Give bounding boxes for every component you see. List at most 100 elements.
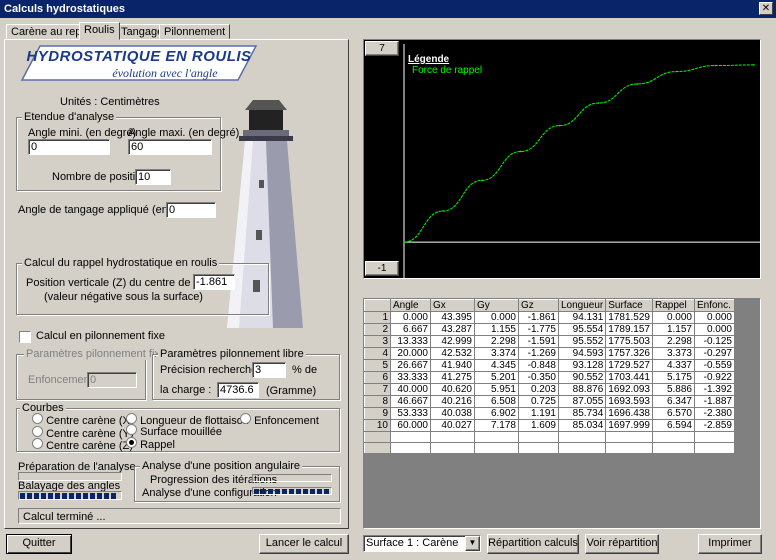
table-cell[interactable]: -1.392 [694,383,735,396]
table-row[interactable]: 3 13.333 42.999 2.298 -1.591 95.552 1775.503 2.… [364,335,735,348]
table-cell[interactable] [694,442,735,454]
surface-select[interactable]: Surface 1 : Carène ▼ [363,535,481,552]
table-cell[interactable]: 46.667 [390,395,431,408]
table-cell[interactable]: 1757.326 [605,347,653,360]
row-header[interactable]: 1 [364,311,391,324]
cg-position-input[interactable]: -1.861 [193,274,235,290]
table-cell[interactable]: 26.667 [390,359,431,372]
table-cell[interactable]: 1703.441 [605,371,653,384]
table-cell[interactable]: 0.000 [694,323,735,336]
table-cell[interactable] [652,431,695,443]
table-cell[interactable]: 85.734 [558,407,607,420]
table-cell[interactable] [518,431,559,443]
table-cell[interactable]: 40.000 [390,383,431,396]
table-cell[interactable]: 5.175 [652,371,695,384]
table-row[interactable]: 6 33.333 41.275 5.201 -0.350 90.552 1703.441 5.… [364,371,735,384]
print-button[interactable]: Imprimer [698,534,762,554]
table-cell[interactable]: 5.201 [474,371,519,384]
table-cell[interactable]: -0.297 [694,347,735,360]
table-cell[interactable]: 0.000 [390,311,431,324]
table-cell[interactable] [652,442,695,454]
y-max-button[interactable]: 7 [365,41,399,56]
row-header[interactable]: 8 [364,395,391,408]
table-cell[interactable]: 13.333 [390,335,431,348]
table-cell[interactable]: -0.559 [694,359,735,372]
table-cell[interactable]: 1.191 [518,407,559,420]
table-cell[interactable]: 20.000 [390,347,431,360]
table-cell[interactable]: 1781.529 [605,311,653,324]
table-cell[interactable]: 40.620 [430,383,475,396]
empty-row[interactable] [364,442,735,454]
row-header[interactable] [364,442,391,454]
table-cell[interactable] [518,442,559,454]
distribution-button[interactable]: Répartition calculs [487,534,579,554]
row-header[interactable] [364,431,391,443]
table-cell[interactable]: 1.157 [652,323,695,336]
table-cell[interactable]: 1693.593 [605,395,653,408]
table-cell[interactable]: 87.055 [558,395,607,408]
table-cell[interactable]: 1789.157 [605,323,653,336]
column-header[interactable]: Gz [518,299,559,312]
table-cell[interactable]: 0.000 [474,311,519,324]
table-cell[interactable]: 5.951 [474,383,519,396]
table-cell[interactable]: 3.374 [474,347,519,360]
table-cell[interactable]: 94.131 [558,311,607,324]
row-header[interactable]: 7 [364,383,391,396]
table-cell[interactable]: 40.038 [430,407,475,420]
row-header[interactable]: 3 [364,335,391,348]
table-row[interactable]: 10 60.000 40.027 7.178 1.609 85.034 1697.999 6.… [364,419,735,432]
table-cell[interactable] [430,431,475,443]
run-calculation-button[interactable]: Lancer le calcul [259,534,349,554]
table-cell[interactable]: 4.345 [474,359,519,372]
table-cell[interactable]: 6.667 [390,323,431,336]
table-cell[interactable] [694,431,735,443]
precision-input[interactable]: 3 [252,362,286,378]
table-cell[interactable] [605,442,653,454]
table-cell[interactable]: 53.333 [390,407,431,420]
table-cell[interactable]: -1.861 [518,311,559,324]
column-header[interactable]: Gy [474,299,519,312]
table-cell[interactable]: -0.848 [518,359,559,372]
table-cell[interactable]: -0.125 [694,335,735,348]
table-cell[interactable]: 0.000 [652,311,695,324]
row-header[interactable]: 4 [364,347,391,360]
table-cell[interactable]: 43.287 [430,323,475,336]
table-cell[interactable] [474,442,519,454]
radio-wetted-surface-indicator[interactable] [126,424,137,435]
table-cell[interactable]: 60.000 [390,419,431,432]
table-cell[interactable]: -1.591 [518,335,559,348]
radio-sinkage-indicator[interactable] [240,413,251,424]
angle-max-input[interactable]: 60 [128,139,212,155]
angle-min-input[interactable]: 0 [28,139,110,155]
radio-centre-z-indicator[interactable] [32,438,43,449]
heave-fixed-checkbox[interactable] [19,331,31,343]
table-cell[interactable] [558,431,607,443]
table-cell[interactable]: 2.298 [474,335,519,348]
table-cell[interactable] [390,442,431,454]
table-cell[interactable]: -1.269 [518,347,559,360]
view-distribution-button[interactable]: Voir répartition [585,534,659,554]
close-button[interactable]: ✕ [759,2,773,15]
radio-rappel[interactable]: Rappel [126,437,175,451]
table-cell[interactable]: 90.552 [558,371,607,384]
radio-centre-x-indicator[interactable] [32,413,43,424]
table-row[interactable]: 4 20.000 42.532 3.374 -1.269 94.593 1757.326 3.… [364,347,735,360]
column-header[interactable]: Rappel [651,299,695,312]
table-cell[interactable]: 1.155 [474,323,519,336]
table-cell[interactable] [430,442,475,454]
table-cell[interactable]: 95.552 [558,335,607,348]
pitch-input[interactable]: 0 [166,202,216,218]
load-input[interactable]: 4736.6 [217,382,259,398]
column-header[interactable]: Angle [390,299,431,312]
table-cell[interactable] [390,431,431,443]
table-cell[interactable]: 2.298 [652,335,695,348]
table-row[interactable]: 2 6.667 43.287 1.155 -1.775 95.554 1789.157 1.1… [364,323,735,336]
table-cell[interactable]: 95.554 [558,323,607,336]
table-cell[interactable]: 40.027 [430,419,475,432]
tab-pilonnement[interactable]: Pilonnement [159,24,231,39]
table-cell[interactable]: 43.395 [430,311,475,324]
empty-row[interactable] [364,431,735,443]
table-cell[interactable]: 5.886 [652,383,695,396]
table-cell[interactable] [558,442,607,454]
row-header[interactable]: 2 [364,323,391,336]
